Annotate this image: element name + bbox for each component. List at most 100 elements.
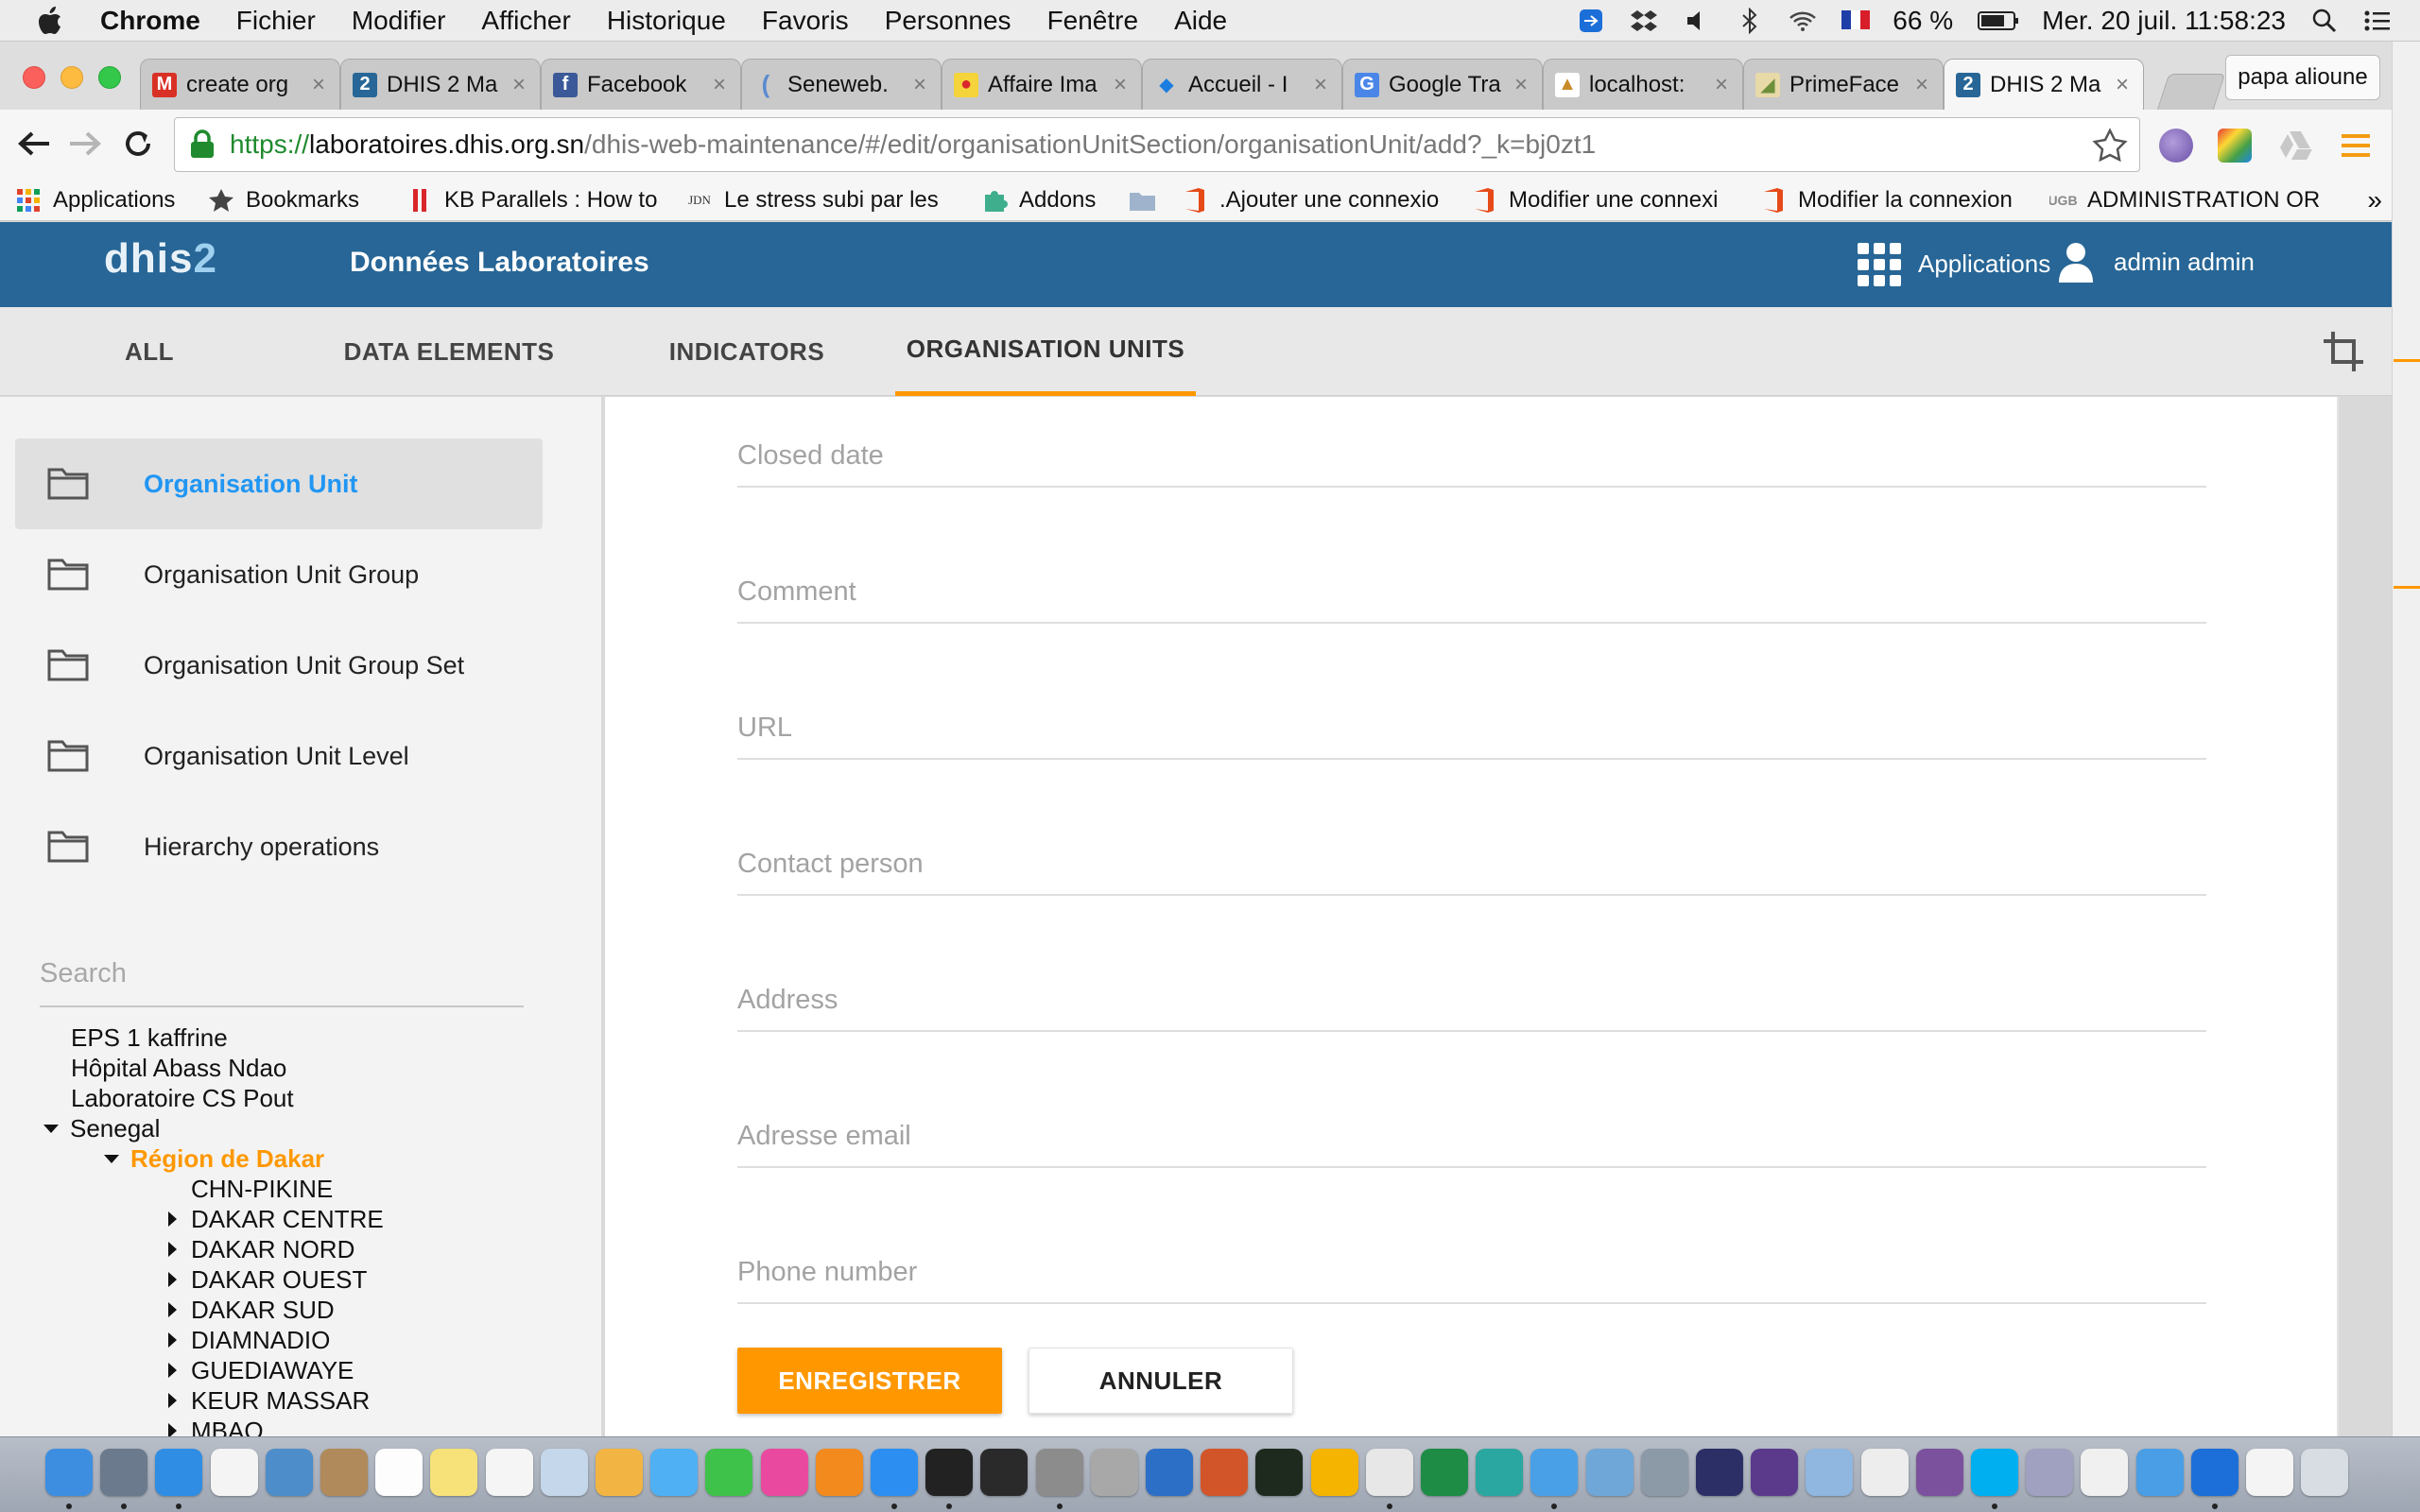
notification-center-icon[interactable] [2363,8,2392,34]
tab-close-icon[interactable]: × [510,72,528,98]
browser-tab-active[interactable]: 2 DHIS 2 Ma × [1944,59,2144,110]
calendar-icon[interactable] [375,1449,424,1496]
caret-right-icon[interactable] [163,1331,182,1349]
bookmark-star-icon[interactable] [2092,128,2128,163]
browser-tab[interactable]: (Seneweb. × [741,59,942,110]
user-profile-button[interactable]: admin admin [2057,241,2255,283]
eclipse2-icon[interactable] [1751,1449,1799,1496]
tree-node[interactable]: EPS 1 kaffrine [71,1022,228,1053]
excel-icon[interactable] [1421,1449,1468,1496]
menu-historique[interactable]: Historique [607,6,726,36]
back-arrow-icon[interactable] [11,121,57,166]
extension-orb-icon[interactable] [2159,129,2193,163]
launchpad-icon[interactable] [100,1449,148,1496]
menu-personnes[interactable]: Personnes [885,6,1011,36]
menu-favoris[interactable]: Favoris [762,6,849,36]
bookmark-modifier-la-connexion[interactable]: Modifier la connexion [1760,187,2034,214]
people-icon[interactable] [1530,1449,1579,1496]
save-button[interactable]: ENREGISTRER [737,1348,1002,1414]
close-window-icon[interactable] [23,66,45,89]
ibooks-icon[interactable] [815,1449,863,1496]
browser-tab[interactable]: ◢ PrimeFace × [1743,59,1944,110]
bookmarks-overflow-icon[interactable]: » [2367,185,2382,215]
skype-icon[interactable] [1971,1449,2018,1496]
phone-number-field[interactable] [737,1253,2206,1291]
network-icon[interactable] [1585,1449,1634,1496]
menu-fichier[interactable]: Fichier [236,6,316,36]
tab-organisation-units[interactable]: ORGANISATION UNITS [895,307,1196,396]
caret-right-icon[interactable] [163,1391,182,1410]
bookmark-modifier-connexion[interactable]: Modifier une connexi [1471,187,1745,214]
terminal-icon[interactable] [925,1449,974,1496]
viber-icon[interactable] [1915,1449,1963,1496]
tab-close-icon[interactable]: × [1512,72,1530,98]
sidebar-item-organisation-unit-group[interactable]: Organisation Unit Group [15,529,543,620]
browser-tab[interactable]: G Google Tra × [1342,59,1543,110]
dropbox-icon[interactable] [1630,8,1658,34]
browser-tab[interactable]: ▲ localhost: × [1543,59,1743,110]
tab-close-icon[interactable]: × [1311,72,1330,98]
browser-tab[interactable]: f Facebook × [541,59,741,110]
sidebar-item-organisation-unit-group-set[interactable]: Organisation Unit Group Set [15,620,543,711]
browser-tab[interactable]: Mcreate org × [140,59,340,110]
appstore-icon[interactable] [871,1449,918,1496]
extension-colorful-icon[interactable] [2218,129,2252,163]
script-icon[interactable] [2081,1449,2129,1496]
itunes-icon[interactable] [760,1449,808,1496]
address-bar[interactable]: https://laboratoires.dhis.org.sn/dhis-we… [174,117,2140,172]
menu-aide[interactable]: Aide [1174,6,1227,36]
tree-node[interactable]: MBAO [163,1416,264,1438]
bookmark-addons[interactable]: Addons [981,187,1114,214]
tab-close-icon[interactable]: × [2113,72,2132,98]
spotlight-search-icon[interactable] [2310,8,2339,34]
reminders-icon[interactable] [485,1449,533,1496]
tree-node[interactable]: DAKAR CENTRE [163,1204,384,1234]
contacts-icon[interactable] [320,1449,368,1496]
word-icon[interactable] [1146,1449,1193,1496]
clock[interactable]: Mer. 20 juil. 11:58:23 [2042,6,2286,36]
sidebar-item-hierarchy-operations[interactable]: Hierarchy operations [15,801,543,892]
contact-person-field[interactable] [737,845,2206,883]
url-field[interactable] [737,709,2206,747]
tree-node[interactable]: CHN-PIKINE [191,1174,333,1204]
wifi-icon[interactable] [1789,8,1817,34]
bookmark-folder[interactable] [1129,187,1167,214]
terminal2-icon[interactable] [980,1449,1028,1496]
menu-app-name[interactable]: Chrome [100,6,200,36]
system-prefs-icon[interactable] [1035,1449,1083,1496]
tree-node[interactable]: KEUR MASSAR [163,1385,370,1416]
sequel-icon[interactable] [1860,1449,1909,1496]
chrome-menu-icon[interactable] [2339,129,2373,163]
tab-close-icon[interactable]: × [1712,72,1731,98]
sidebar-item-organisation-unit-level[interactable]: Organisation Unit Level [15,711,543,801]
tree-node-region-dakar[interactable]: Région de Dakar [102,1143,324,1174]
teamviewer-status-icon[interactable] [1577,8,1605,34]
tab-close-icon[interactable]: × [1912,72,1931,98]
notes-icon[interactable] [430,1449,478,1496]
comment-field[interactable] [737,573,2206,610]
eclipse-icon[interactable] [1696,1449,1743,1496]
reload-icon[interactable] [115,121,161,166]
finder-icon[interactable] [45,1449,93,1496]
applications-menu-button[interactable]: Applications [1858,243,2050,286]
caret-right-icon[interactable] [163,1210,182,1228]
powerpoint-icon[interactable] [1201,1449,1249,1496]
activity-monitor-icon[interactable] [1255,1449,1304,1496]
caret-right-icon[interactable] [163,1361,182,1380]
bookmark-ajouter-connexion[interactable]: .Ajouter une connexio [1182,187,1456,214]
minimize-window-icon[interactable] [60,66,83,89]
tab-close-icon[interactable]: × [1111,72,1130,98]
forward-arrow-icon[interactable] [62,121,108,166]
tab-close-icon[interactable]: × [309,72,328,98]
tab-close-icon[interactable]: × [910,72,929,98]
browser-tab[interactable]: ◆ Accueil - I × [1142,59,1342,110]
volume-icon[interactable] [1683,8,1711,34]
tree-node[interactable]: Laboratoire CS Pout [71,1083,294,1113]
tree-node[interactable]: Hôpital Abass Ndao [71,1053,286,1083]
new-tab-button[interactable] [2156,74,2226,110]
outlook-icon[interactable] [1310,1449,1358,1496]
chrome-icon[interactable] [1365,1449,1413,1496]
disk-util-icon[interactable] [1090,1449,1138,1496]
document-icon[interactable] [2246,1449,2293,1496]
dhis2-logo[interactable]: dhis2 [104,235,217,283]
